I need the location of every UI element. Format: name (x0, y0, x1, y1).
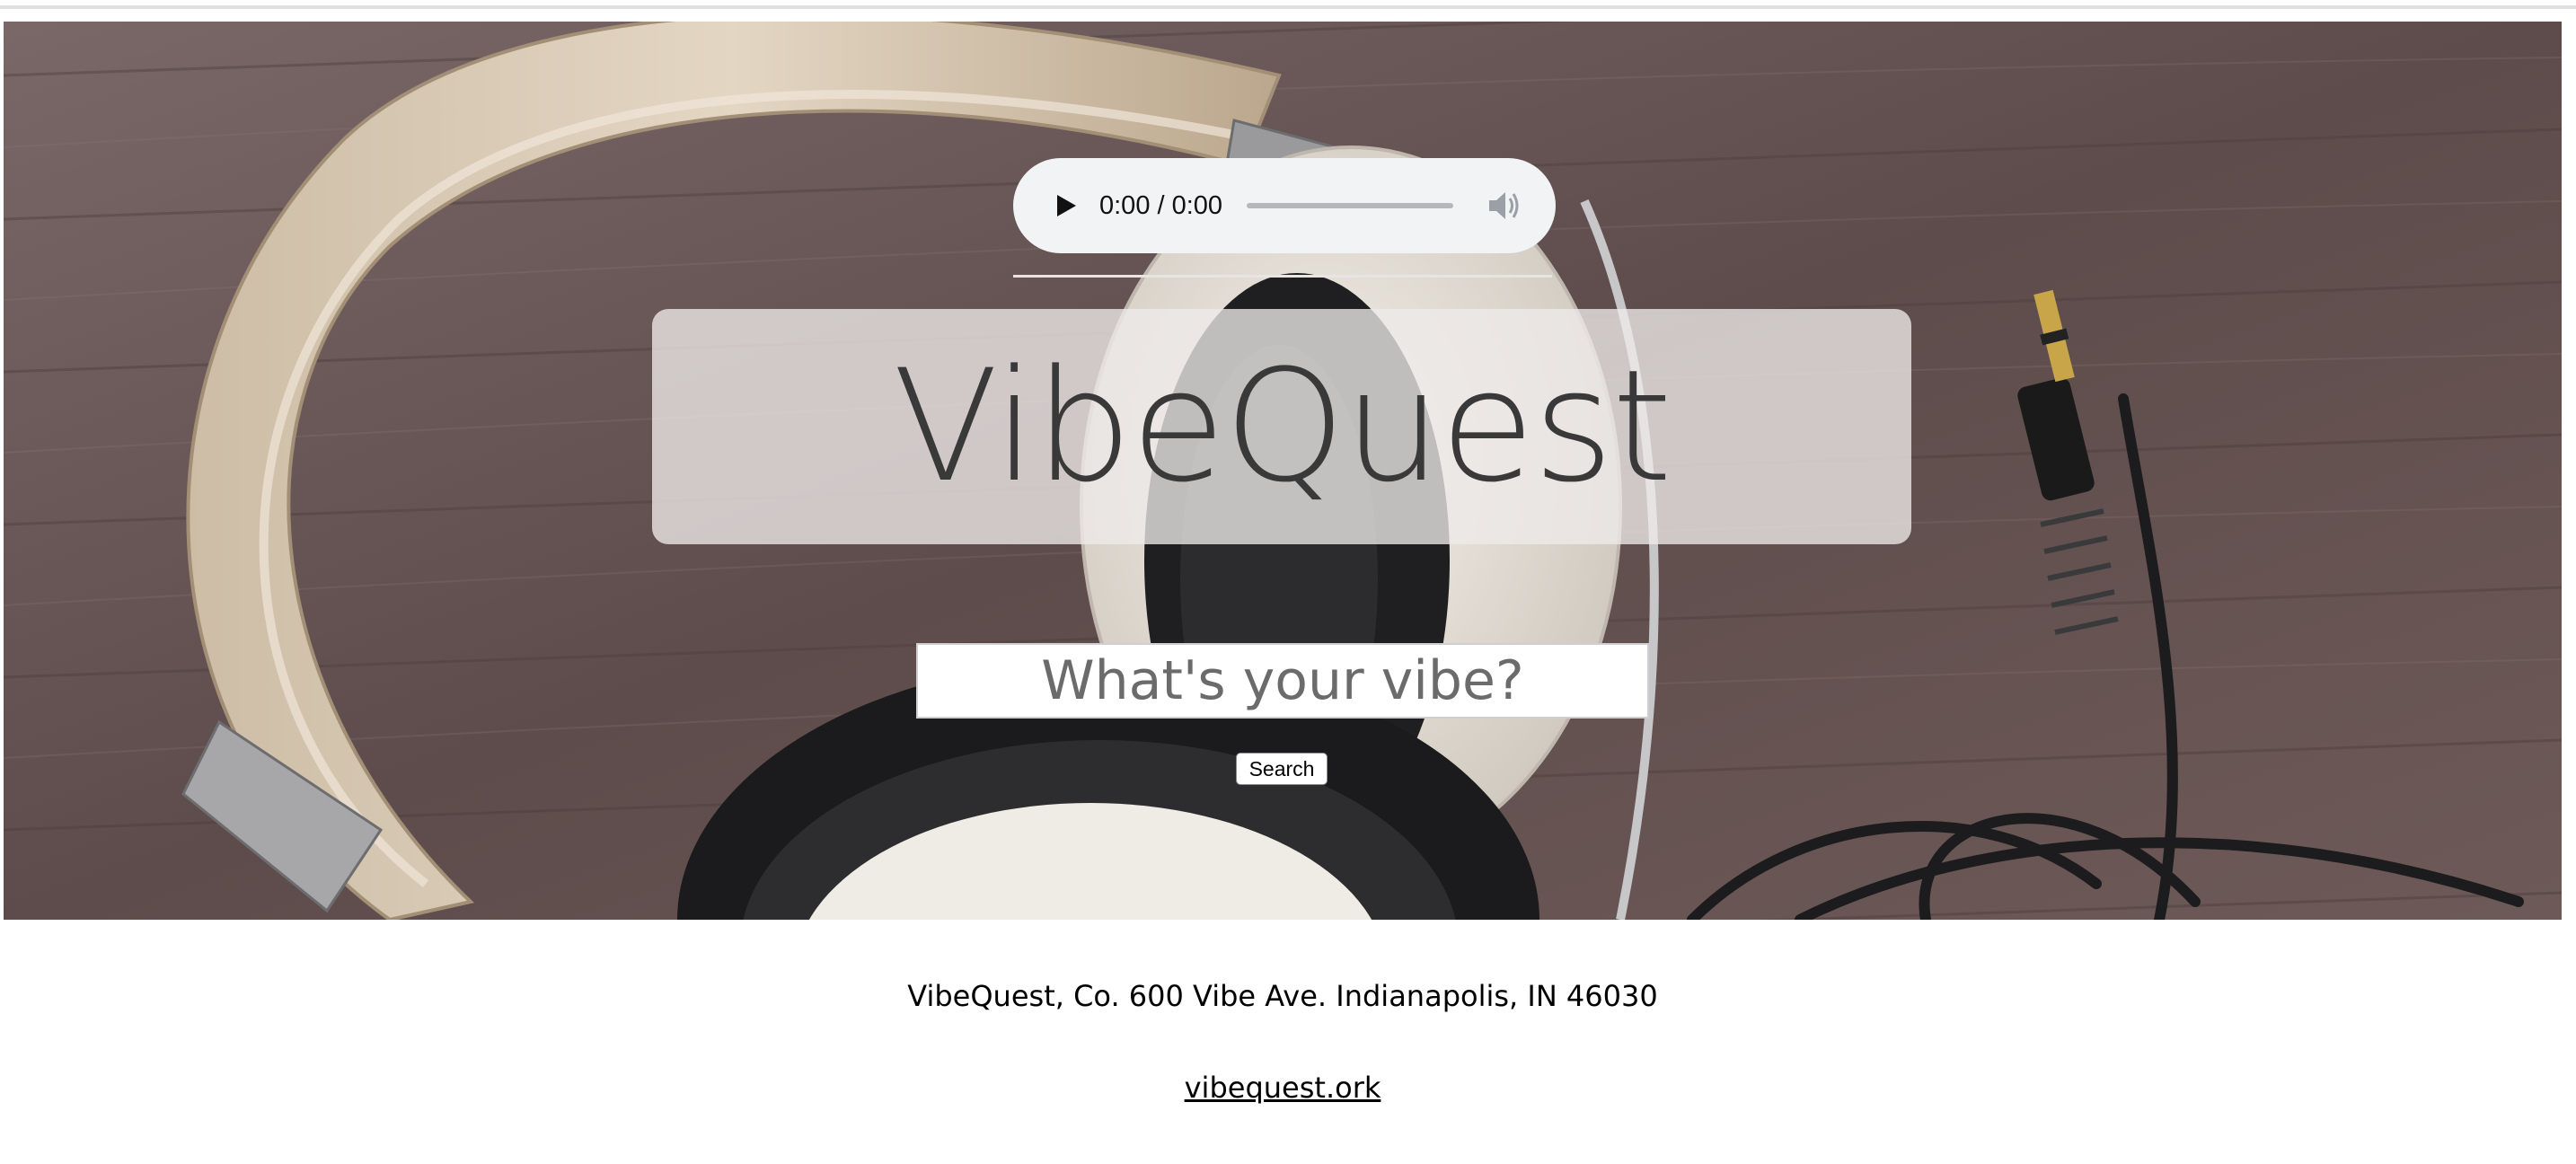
top-divider (0, 5, 2576, 9)
footer-address: VibeQuest, Co. 600 Vibe Ave. Indianapoli… (907, 979, 1658, 1013)
audio-time: 0:00 / 0:00 (1099, 191, 1223, 220)
audio-progress-bar[interactable] (1247, 203, 1453, 208)
player-divider (1013, 275, 1552, 278)
play-icon[interactable] (1047, 188, 1083, 224)
footer-link-container: vibequest.ork (0, 1071, 2565, 1105)
top-strip (0, 0, 2576, 22)
search-button[interactable]: Search (1236, 753, 1328, 785)
site-title: VibeQuest (893, 336, 1672, 516)
website-link[interactable]: vibequest.ork (1185, 1071, 1381, 1105)
volume-icon[interactable] (1484, 187, 1523, 225)
vibe-search-input[interactable] (916, 643, 1649, 719)
audio-player[interactable]: 0:00 / 0:00 (1013, 158, 1556, 253)
title-panel: VibeQuest (652, 309, 1911, 544)
